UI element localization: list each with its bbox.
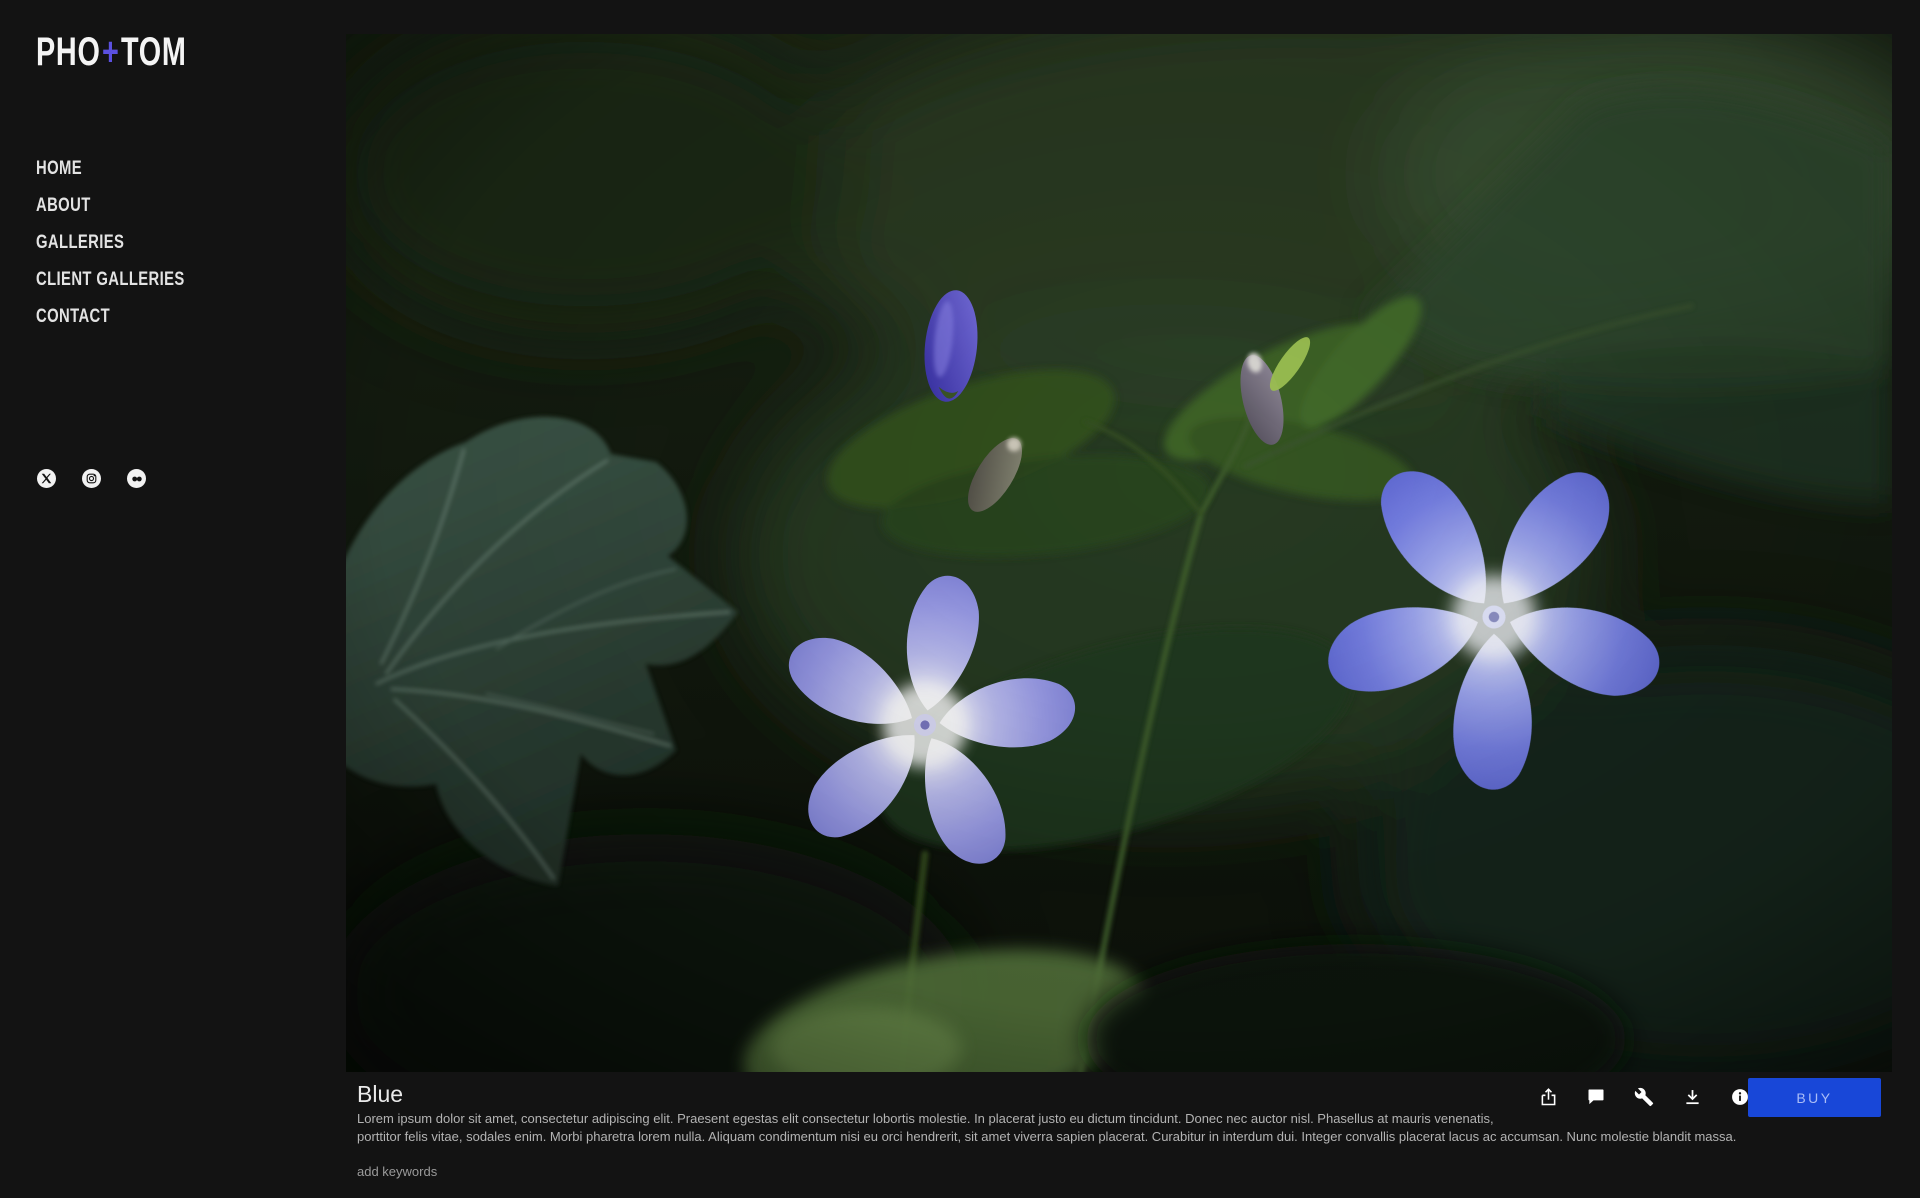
- x-icon[interactable]: [37, 469, 56, 488]
- info-glyph: [1730, 1087, 1750, 1107]
- description-line-1: Lorem ipsum dolor sit amet, consectetur …: [357, 1110, 1736, 1128]
- share-icon[interactable]: [1536, 1085, 1560, 1109]
- flickr-icon[interactable]: [127, 469, 146, 488]
- instagram-glyph: [86, 473, 97, 484]
- flickr-glyph: [131, 473, 143, 485]
- periwinkle-photo-illustration: [346, 34, 1892, 1072]
- logo-tom: TOM: [121, 30, 187, 74]
- add-keywords-link[interactable]: add keywords: [357, 1164, 437, 1179]
- social-links: [37, 469, 146, 488]
- photo-title: Blue: [357, 1081, 403, 1108]
- tools-icon[interactable]: [1632, 1085, 1656, 1109]
- x-glyph: [41, 473, 52, 484]
- nav-item-home[interactable]: HOME: [36, 150, 185, 187]
- nav-item-contact[interactable]: CONTACT: [36, 298, 185, 335]
- photo-actions: [1536, 1085, 1752, 1109]
- photo-viewer[interactable]: [346, 34, 1892, 1072]
- instagram-icon[interactable]: [82, 469, 101, 488]
- main-nav: HOME ABOUT GALLERIES CLIENT GALLERIES CO…: [36, 150, 227, 335]
- site-logo[interactable]: PHO+TOM: [36, 30, 187, 75]
- photo-description: Lorem ipsum dolor sit amet, consectetur …: [357, 1110, 1736, 1146]
- wrench-glyph: [1634, 1087, 1654, 1107]
- buy-button[interactable]: BUY: [1748, 1078, 1881, 1117]
- download-glyph: [1682, 1087, 1703, 1108]
- download-icon[interactable]: [1680, 1085, 1704, 1109]
- nav-item-client-galleries[interactable]: CLIENT GALLERIES: [36, 261, 185, 298]
- description-line-2: porttitor felis vitae, sodales enim. Mor…: [357, 1128, 1736, 1146]
- share-glyph: [1538, 1087, 1559, 1108]
- nav-item-galleries[interactable]: GALLERIES: [36, 224, 185, 261]
- vignette: [346, 34, 1892, 1072]
- page: PHO+TOM HOME ABOUT GALLERIES CLIENT GALL…: [0, 0, 1920, 1198]
- comment-glyph: [1586, 1087, 1606, 1107]
- logo-plus-icon: +: [101, 30, 121, 74]
- comment-icon[interactable]: [1584, 1085, 1608, 1109]
- logo-pho: PHO: [36, 30, 101, 74]
- nav-item-about[interactable]: ABOUT: [36, 187, 185, 224]
